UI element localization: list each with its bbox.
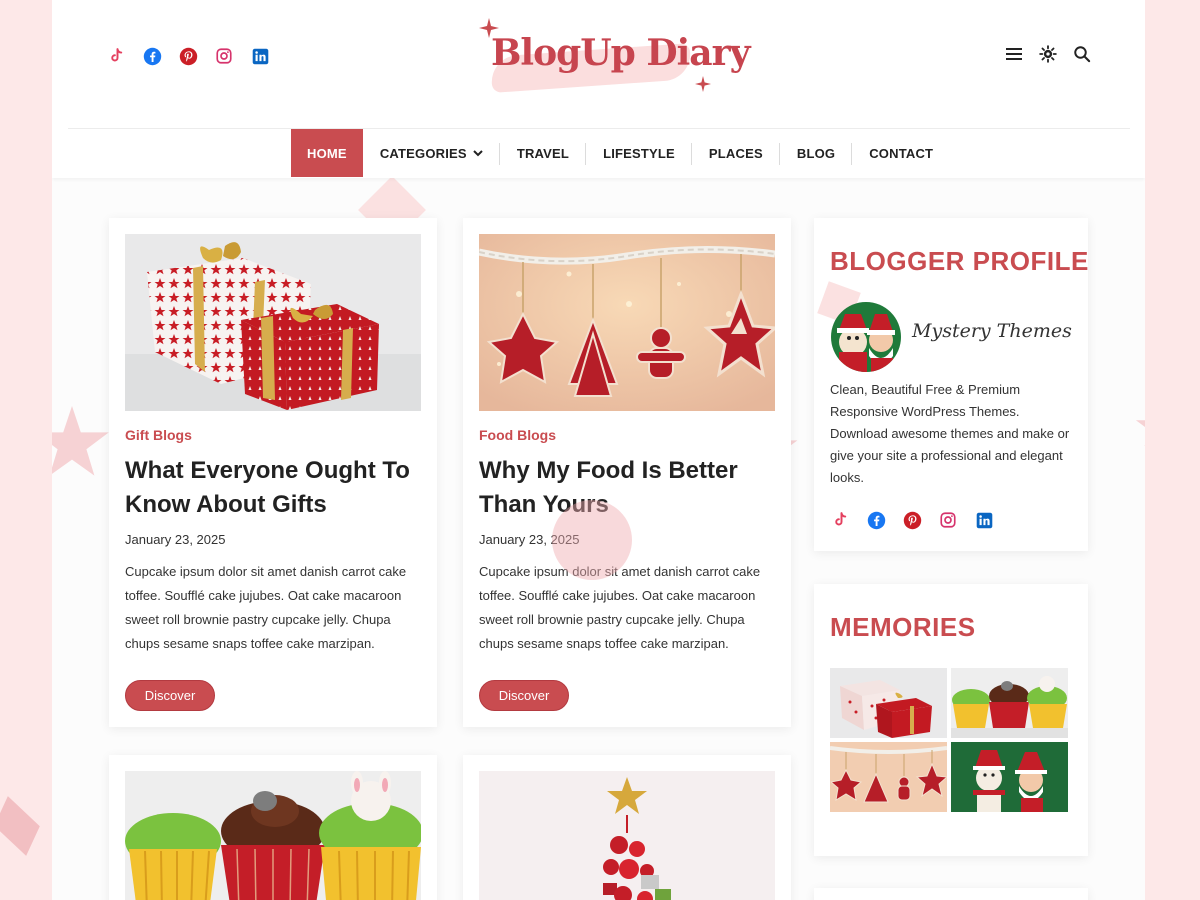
- nav-item-home[interactable]: HOME: [291, 129, 363, 177]
- profile-bio: Clean, Beautiful Free & Premium Responsi…: [830, 382, 1070, 485]
- nav-item-categories[interactable]: CATEGORIES: [363, 129, 500, 177]
- facebook-icon[interactable]: [866, 510, 886, 530]
- post-card: Food Blogs Why My Food Is Better Than Yo…: [463, 218, 791, 727]
- tiktok-icon[interactable]: [830, 510, 850, 530]
- post-card: [109, 755, 437, 900]
- pinterest-icon[interactable]: [902, 510, 922, 530]
- santa-snowman-thumb[interactable]: [951, 742, 1068, 812]
- post-title[interactable]: What Everyone Ought To Know About Gifts: [125, 454, 425, 522]
- main-navigation: HOME CATEGORIES TRAVEL LIFESTYLE PLACES …: [52, 129, 1145, 178]
- post-card: [463, 755, 791, 900]
- header-social-links: [106, 46, 270, 66]
- chevron-down-icon: [473, 149, 483, 157]
- post-date: January 23, 2025: [125, 532, 226, 547]
- sparkle-icon: [695, 76, 711, 96]
- linkedin-icon[interactable]: [974, 510, 994, 530]
- post-excerpt: Cupcake ipsum dolor sit amet danish carr…: [479, 564, 761, 651]
- pinterest-icon[interactable]: [178, 46, 198, 66]
- post-title[interactable]: Why My Food Is Better Than Yours: [479, 454, 779, 522]
- logo-text: BlogUp Diary: [491, 32, 750, 74]
- nav-item-places[interactable]: PLACES: [692, 129, 780, 177]
- instagram-icon[interactable]: [938, 510, 958, 530]
- ornaments-thumb[interactable]: [830, 742, 947, 812]
- header-tools: [1004, 44, 1092, 64]
- christmas-tree-ornaments-image[interactable]: [479, 771, 775, 900]
- post-card: Gift Blogs What Everyone Ought To Know A…: [109, 218, 437, 727]
- decorative-star: [1134, 402, 1145, 450]
- facebook-icon[interactable]: [142, 46, 162, 66]
- nav-item-lifestyle[interactable]: LIFESTYLE: [586, 129, 692, 177]
- gingerbread-ornaments-image[interactable]: [479, 234, 775, 411]
- nav-item-blog[interactable]: BLOG: [780, 129, 853, 177]
- decorative-diamond: [0, 796, 40, 856]
- gift-boxes-image[interactable]: [125, 234, 421, 411]
- sidebar-widget: [814, 888, 1088, 900]
- site-header: BlogUp Diary: [52, 0, 1145, 128]
- linkedin-icon[interactable]: [250, 46, 270, 66]
- cupcakes-image[interactable]: [125, 771, 421, 900]
- profile-social-links: [830, 510, 994, 530]
- page: BlogUp Diary HOME CATEGORIES TRAVEL LIFE…: [52, 0, 1145, 900]
- decorative-star: [52, 402, 112, 482]
- memories-gallery: [830, 668, 1068, 812]
- widget-title: MEMORIES: [830, 612, 976, 642]
- instagram-icon[interactable]: [214, 46, 234, 66]
- nav-item-travel[interactable]: TRAVEL: [500, 129, 587, 177]
- post-category[interactable]: Gift Blogs: [125, 427, 192, 443]
- decorative-circle: [552, 500, 632, 580]
- menu-icon[interactable]: [1004, 44, 1024, 64]
- tiktok-icon[interactable]: [106, 46, 126, 66]
- nav-item-contact[interactable]: CONTACT: [852, 129, 950, 177]
- post-excerpt: Cupcake ipsum dolor sit amet danish carr…: [125, 564, 407, 651]
- memories-widget: MEMORIES: [814, 584, 1088, 856]
- blogger-profile-widget: BLOGGER PROFILE Mystery Themes Clean, Be…: [814, 218, 1088, 551]
- cupcakes-thumb[interactable]: [951, 668, 1068, 738]
- avatar: [831, 302, 901, 372]
- widget-title: BLOGGER PROFILE: [830, 246, 1089, 276]
- post-category[interactable]: Food Blogs: [479, 427, 556, 443]
- site-logo[interactable]: BlogUp Diary: [477, 18, 750, 98]
- gift-boxes-thumb[interactable]: [830, 668, 947, 738]
- profile-signature: Mystery Themes: [912, 320, 1072, 342]
- sparkle-icon: [479, 18, 499, 42]
- discover-button[interactable]: Discover: [479, 680, 569, 711]
- theme-toggle-icon[interactable]: [1038, 44, 1058, 64]
- search-icon[interactable]: [1072, 44, 1092, 64]
- discover-button[interactable]: Discover: [125, 680, 215, 711]
